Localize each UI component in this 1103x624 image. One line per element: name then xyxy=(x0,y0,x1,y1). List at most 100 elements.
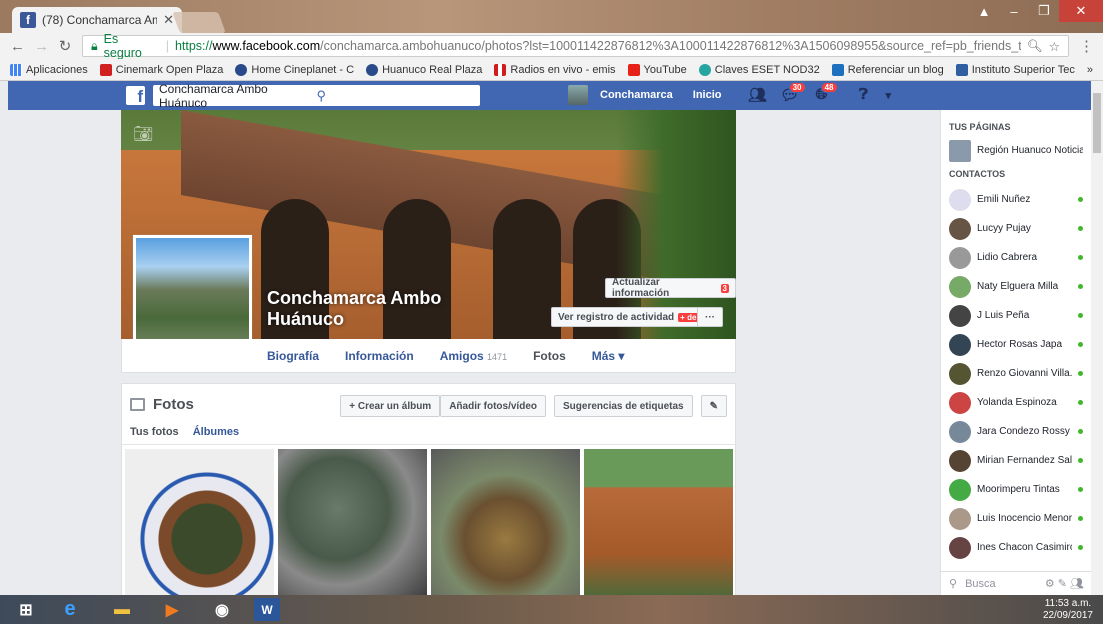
chrome-icon[interactable]: ◉ xyxy=(204,598,240,621)
contact-name: Lidio Cabrera xyxy=(977,252,1038,263)
tab-fotos[interactable]: Fotos xyxy=(533,349,566,363)
photo-thumbnail[interactable] xyxy=(431,449,580,595)
online-status-icon xyxy=(1078,400,1083,405)
sidebar-page-item[interactable]: Región Huanuco Noticias xyxy=(941,136,1091,165)
contact-item[interactable]: J Luis Peña xyxy=(941,301,1091,330)
page-title[interactable]: Conchamarca Ambo Huánuco xyxy=(267,288,441,330)
scrollbar[interactable] xyxy=(1091,81,1103,595)
bookmark-item[interactable]: Referenciar un blog xyxy=(831,63,944,76)
browser-toolbar: ← → ↻ 🔒︎ Es seguro | https://www.faceboo… xyxy=(0,32,1103,60)
notifications-icon[interactable]: 🌐︎ 48 xyxy=(812,82,838,104)
edit-icon[interactable]: ✎ xyxy=(700,395,727,417)
scroll-thumb[interactable] xyxy=(1093,93,1101,153)
contact-item[interactable]: Yolanda Espinoza xyxy=(941,388,1091,417)
forward-icon[interactable]: → xyxy=(34,38,49,55)
cineplanet-icon xyxy=(235,63,248,76)
tab-informacion[interactable]: Información xyxy=(345,349,414,363)
chat-search-input[interactable]: ⚲ Busca ⚙ ✎ 👥︎ xyxy=(941,571,1091,595)
contact-name: Luis Inocencio Menor... xyxy=(977,513,1072,524)
messages-icon[interactable]: 💬︎ 30 xyxy=(780,82,806,104)
activity-log-button[interactable]: Ver registro de actividad + de 10 xyxy=(551,307,717,327)
bookmark-item[interactable]: Radios en vivo - emis xyxy=(494,63,616,76)
contact-item[interactable]: Renzo Giovanni Villa... xyxy=(941,359,1091,388)
bookmark-apps[interactable]: Aplicaciones xyxy=(10,63,88,76)
add-photos-button[interactable]: Añadir fotos/vídeo xyxy=(440,395,546,417)
bookmark-item[interactable]: Huanuco Real Plaza xyxy=(366,63,482,76)
bookmark-item[interactable]: Home Cineplanet - C xyxy=(235,63,354,76)
avatar[interactable] xyxy=(568,85,588,105)
notifications-badge: 48 xyxy=(820,82,838,93)
contact-item[interactable]: Naty Elguera Milla xyxy=(941,272,1091,301)
institute-icon xyxy=(955,63,968,76)
media-player-icon[interactable]: ▶ xyxy=(154,598,190,621)
help-icon[interactable]: ❓︎ xyxy=(854,86,874,104)
tag-suggestions-button[interactable]: Sugerencias de etiquetas xyxy=(554,395,693,417)
windows-start-icon[interactable]: ⊞ xyxy=(8,598,44,621)
menu-icon[interactable]: ⋮ xyxy=(1079,37,1094,55)
contact-item[interactable]: Emili Nuñez xyxy=(941,185,1091,214)
clock[interactable]: 11:53 a.m. 22/09/2017 xyxy=(1043,598,1093,622)
address-bar[interactable]: 🔒︎ Es seguro | https://www.facebook.com/… xyxy=(82,32,1069,60)
photo-thumbnail[interactable] xyxy=(125,449,274,595)
bookmark-item[interactable]: Claves ESET NOD32 xyxy=(698,63,820,76)
photo-thumbnail[interactable] xyxy=(278,449,427,595)
tab-bar: f (78) Conchamarca Ambo ✕ ▲ – ❐ ✕ xyxy=(0,0,1103,33)
apps-grid-icon xyxy=(10,63,22,76)
browser-tab[interactable]: f (78) Conchamarca Ambo ✕ xyxy=(12,7,182,33)
fb-search-input[interactable]: Conchamarca Ambo Huánuco ⚲ xyxy=(153,82,480,110)
tab-mas[interactable]: Más ▾ xyxy=(592,349,625,363)
contact-item[interactable]: Mirian Fernandez Sal... xyxy=(941,446,1091,475)
peru-flag-icon xyxy=(494,63,507,76)
account-menu-icon[interactable]: ▾ xyxy=(886,89,892,102)
friend-requests-icon[interactable]: 👥︎ xyxy=(748,86,768,104)
search-icon[interactable]: ⚲ xyxy=(317,88,475,104)
update-info-button[interactable]: Actualizar información 3 xyxy=(605,277,736,299)
internet-explorer-icon[interactable]: e xyxy=(52,598,88,621)
create-album-button[interactable]: + Crear un álbum xyxy=(340,395,441,417)
new-tab-button[interactable] xyxy=(172,12,226,33)
avatar xyxy=(949,420,971,443)
contact-item[interactable]: Lidio Cabrera xyxy=(941,243,1091,272)
contact-item[interactable]: Luis Inocencio Menor... xyxy=(941,504,1091,533)
zoom-icon[interactable]: 🔍︎ xyxy=(1027,39,1043,54)
lock-icon: 🔒︎ xyxy=(91,38,98,53)
restore-icon[interactable]: ❐ xyxy=(1029,0,1059,22)
bookmark-item[interactable]: YouTube xyxy=(627,63,687,76)
timeline-nav: Biografía Información Amigos 1471 Fotos … xyxy=(121,339,736,373)
contact-item[interactable]: Lucyy Pujay xyxy=(941,214,1091,243)
camera-icon[interactable]: 📷︎ xyxy=(133,124,153,144)
file-explorer-icon[interactable]: ▬ xyxy=(104,598,140,621)
bookmark-item[interactable]: Cinemark Open Plaza xyxy=(99,63,223,76)
more-options-button[interactable]: ··· xyxy=(697,307,723,327)
star-icon[interactable]: ☆ xyxy=(1049,39,1060,54)
profile-link[interactable]: Conchamarca xyxy=(600,89,673,101)
contact-item[interactable]: Hector Rosas Japa xyxy=(941,330,1091,359)
facebook-logo-icon[interactable]: f xyxy=(126,86,145,106)
word-icon[interactable]: W xyxy=(254,598,280,621)
page-avatar xyxy=(949,139,971,162)
facebook-favicon-icon: f xyxy=(20,12,36,28)
online-status-icon xyxy=(1078,429,1083,434)
contact-item[interactable]: Moorimperu Tintas xyxy=(941,475,1091,504)
back-icon[interactable]: ← xyxy=(10,38,25,55)
user-icon[interactable]: ▲ xyxy=(969,0,999,22)
chat-settings-icon[interactable]: ⚙ ✎ 👥︎ xyxy=(1045,577,1084,590)
contact-item[interactable]: Ines Chacon Casimiro xyxy=(941,533,1091,562)
close-window-icon[interactable]: ✕ xyxy=(1059,0,1103,22)
eset-icon xyxy=(698,63,711,76)
cover-trees xyxy=(616,110,736,339)
tab-biografia[interactable]: Biografía xyxy=(267,349,319,363)
realplaza-icon xyxy=(366,63,379,76)
photo-thumbnail[interactable] xyxy=(584,449,733,595)
reload-icon[interactable]: ↻ xyxy=(58,37,72,55)
contact-item[interactable]: Jara Condezo Rossy xyxy=(941,417,1091,446)
avatar xyxy=(949,188,971,211)
profile-picture[interactable] xyxy=(133,235,252,356)
bookmark-item[interactable]: Instituto Superior Tec xyxy=(955,63,1075,76)
more-bookmarks-icon[interactable]: » xyxy=(1087,64,1093,76)
tab-amigos[interactable]: Amigos 1471 xyxy=(440,349,507,363)
minimize-icon[interactable]: – xyxy=(999,0,1029,22)
tab-albums[interactable]: Álbumes xyxy=(193,426,239,438)
tab-your-photos[interactable]: Tus fotos xyxy=(130,426,179,438)
home-link[interactable]: Inicio xyxy=(693,89,722,101)
